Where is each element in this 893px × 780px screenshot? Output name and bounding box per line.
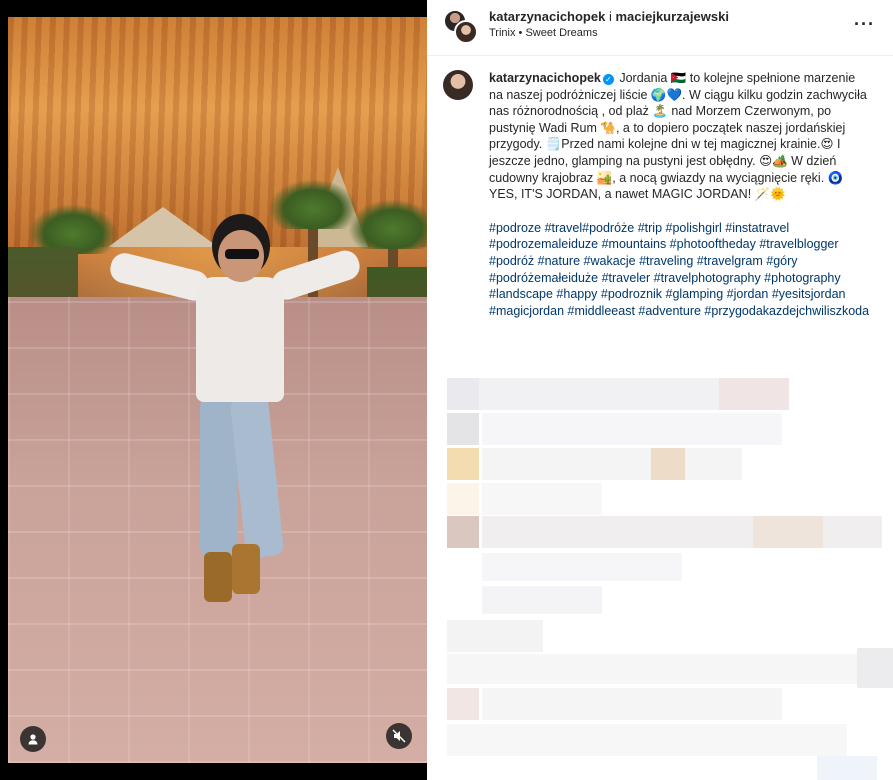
collab-usernames: katarzynacichopek i maciejkurzajewski [489,9,729,24]
caption: katarzynacichopek ✓ Jordania 🇯🇴 to kolejn… [489,70,871,319]
collab-avatars[interactable] [443,9,479,45]
post-video[interactable] [8,17,427,763]
more-horizontal-icon[interactable]: ··· [854,14,875,35]
avatar[interactable] [443,70,473,100]
separator: i [608,9,612,24]
post-header: katarzynacichopek i maciejkurzajewski Tr… [427,0,893,56]
woman-figure [107,222,368,622]
caption-text: Jordania 🇯🇴 to kolejne spełnione marzeni… [489,71,871,202]
mute-icon[interactable] [386,723,412,749]
blurred-comments [427,358,893,780]
username-link[interactable]: maciejkurzajewski [615,9,728,24]
hashtags[interactable]: #podroze #travel#podróże #trip #polishgi… [489,220,871,320]
username-link[interactable]: katarzynacichopek [489,9,605,24]
post-details-panel: katarzynacichopek i maciejkurzajewski Tr… [427,0,893,780]
audio-link[interactable]: Trinix • Sweet Dreams [489,27,598,39]
verified-badge-icon: ✓ [602,74,614,85]
user-tag-icon[interactable] [20,726,46,752]
caption-username[interactable]: katarzynacichopek [489,71,601,85]
avatar[interactable] [454,20,478,44]
